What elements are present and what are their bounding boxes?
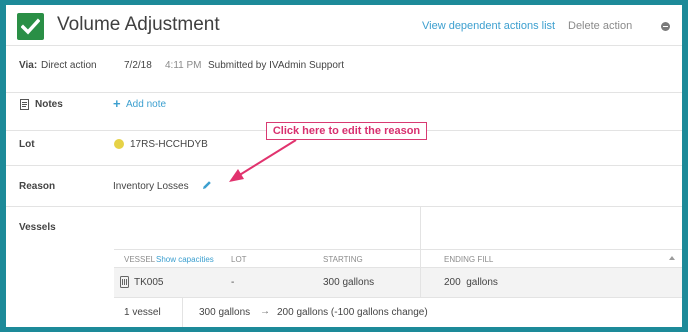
vessel-count: 1 vessel	[124, 307, 161, 318]
lot-label: Lot	[19, 139, 35, 150]
via-value: Direct action	[41, 60, 97, 71]
notes-label: Notes	[35, 99, 63, 110]
lot-color-dot	[114, 139, 124, 149]
reason-value: Inventory Losses	[113, 181, 189, 192]
vessel-column-header: VESSEL	[124, 255, 156, 264]
footer-divider	[182, 298, 183, 327]
vessels-section: Vessels VESSEL Show capacities LOT START…	[6, 207, 682, 327]
edit-reason-callout: Click here to edit the reason	[266, 122, 427, 140]
header-divider	[420, 250, 421, 268]
tank-icon	[120, 276, 129, 288]
via-row: Via: Direct action 7/2/18 4:11 PM Submit…	[6, 46, 682, 93]
lot-cell: -	[231, 277, 235, 288]
show-capacities-link[interactable]: Show capacities	[156, 255, 214, 264]
minus-circle-icon[interactable]	[661, 22, 670, 31]
check-icon	[17, 13, 44, 40]
sort-caret-icon[interactable]	[669, 256, 675, 260]
table-row: TK005 - 300 gallons 200 gallons	[114, 268, 682, 298]
ending-column-header: ENDING FILL	[444, 255, 494, 264]
action-header: Volume Adjustment View dependent actions…	[6, 5, 682, 46]
lot-column-header: LOT	[231, 255, 247, 264]
delete-action-button[interactable]: Delete action	[568, 20, 632, 32]
page-title: Volume Adjustment	[57, 14, 220, 35]
total-to: 200 gallons (-100 gallons change)	[277, 307, 428, 318]
submitted-by: Submitted by IVAdmin Support	[208, 60, 344, 71]
view-dependent-actions-link[interactable]: View dependent actions list	[422, 20, 555, 32]
ending-cell: 200 gallons	[444, 277, 498, 288]
vessels-table-header: VESSEL Show capacities LOT STARTING ENDI…	[114, 249, 682, 268]
reason-label: Reason	[19, 181, 56, 192]
vessels-label: Vessels	[19, 222, 56, 233]
total-from: 300 gallons	[199, 307, 251, 318]
add-note-link[interactable]: Add note	[126, 99, 166, 110]
plus-icon[interactable]: +	[113, 96, 121, 111]
vessel-cell[interactable]: TK005	[134, 277, 163, 288]
reason-row: Reason Inventory Losses	[6, 166, 682, 207]
lot-value[interactable]: 17RS-HCCHDYB	[130, 139, 208, 150]
starting-column-header: STARTING	[323, 255, 363, 264]
arrow-right-icon: →	[260, 306, 270, 317]
via-label: Via:	[19, 60, 38, 71]
action-time: 4:11 PM	[165, 60, 202, 71]
column-divider	[420, 207, 421, 249]
action-date: 7/2/18	[124, 60, 152, 71]
starting-cell: 300 gallons	[323, 277, 375, 288]
callout-arrow-icon	[229, 139, 297, 182]
notes-icon	[20, 99, 29, 110]
action-card: Volume Adjustment View dependent actions…	[6, 5, 682, 327]
row-divider	[420, 268, 421, 298]
vessels-footer: 1 vessel 300 gallons → 200 gallons (-100…	[114, 298, 682, 327]
